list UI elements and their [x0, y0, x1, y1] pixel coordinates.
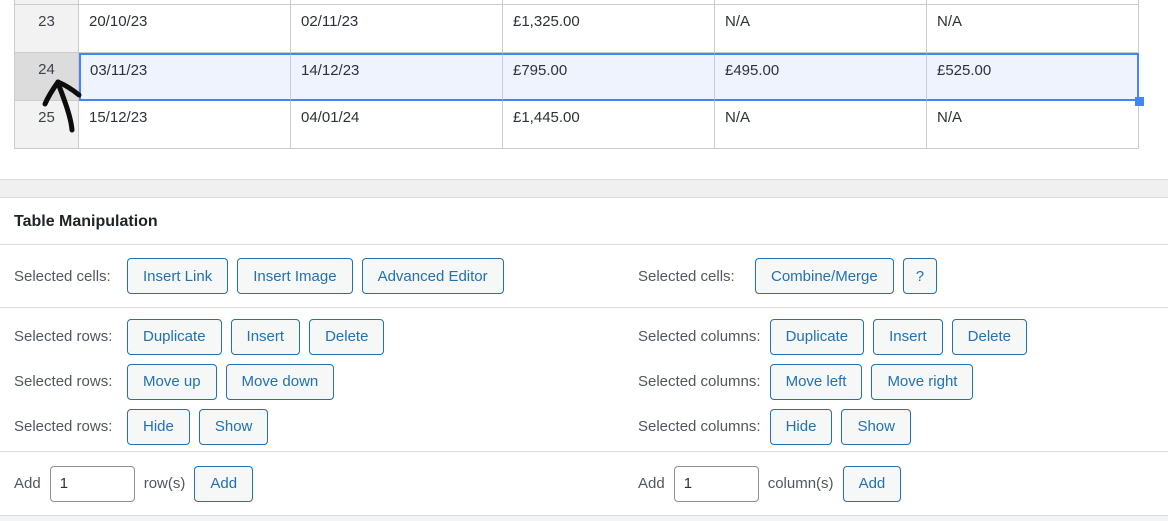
selected-cells-left-group: Selected cells: Insert Link Insert Image Ad… [14, 258, 504, 294]
button-delete-rows[interactable]: Delete [309, 318, 385, 355]
table-cell[interactable]: 04/01/24 [291, 101, 503, 149]
table-cell[interactable]: £1,325.00 [503, 5, 715, 53]
table-cell[interactable]: 02/11/23 [291, 5, 503, 53]
button-show-rows[interactable]: Show [198, 408, 269, 445]
button-delete-columns[interactable]: Delete [951, 318, 1027, 355]
button-insert-image-cells[interactable]: Insert Image [237, 258, 353, 294]
row-header-23[interactable]: 23 [15, 5, 79, 53]
section-separator-band [0, 179, 1168, 198]
button-insert-rows[interactable]: Insert [230, 318, 301, 355]
button-hide-columns[interactable]: Hide [769, 408, 833, 445]
table-cell[interactable]: £795.00 [503, 53, 715, 101]
button-move-left-columns[interactable]: Move left [769, 363, 863, 400]
table-cell[interactable]: 20/10/23 [79, 5, 291, 53]
button-help-cells[interactable]: ? [902, 258, 938, 294]
panel-sections: Selected cells: Insert Link Insert Image Ad… [0, 245, 1168, 515]
selected-columns-right-group: Selected columns: Hide Show [638, 408, 911, 445]
selected-rows-label: Selected rows: [14, 328, 113, 345]
button-hide-rows[interactable]: Hide [127, 408, 190, 445]
button-combine-merge-cells[interactable]: Combine/Merge [755, 258, 894, 294]
control-row: Selected rows: Duplicate Insert Delete Selec… [0, 314, 1168, 359]
control-row: Selected rows: Hide Show Selected columns: H… [0, 404, 1168, 449]
add-columns-unit-label: column(s) [767, 475, 834, 492]
selected-cells-right-group: Selected cells: Combine/Merge? [638, 258, 938, 294]
table-cell[interactable]: N/A [927, 101, 1139, 149]
panel-section-0: Selected cells: Insert Link Insert Image Ad… [0, 245, 1168, 308]
selected-cells-label: Selected cells: [638, 267, 735, 285]
control-row: Selected cells: Insert Link Insert Image Ad… [0, 245, 1168, 307]
selected-rows-left-group: Selected rows: Move up Move down [14, 363, 335, 400]
add-columns-button[interactable]: Add [842, 465, 902, 502]
add-rows-button[interactable]: Add [194, 465, 254, 502]
table-manipulation-panel: Table Manipulation Selected cells: Insert… [0, 198, 1168, 515]
table-row-24: 24 03/11/23 14/12/23 £795.00 £495.00 £525.00 [15, 53, 1141, 101]
table-cell[interactable]: 03/11/23 [79, 53, 291, 101]
control-row: Add row(s) Add Add column(s) Add [0, 452, 1168, 515]
selected-rows-label: Selected rows: [14, 373, 113, 390]
selected-columns-label: Selected columns: [638, 373, 761, 390]
spreadsheet-body: 23 20/10/23 02/11/23 £1,325.00 N/A N/A 24 03/11… [15, 5, 1141, 149]
button-duplicate-columns[interactable]: Duplicate [769, 318, 865, 355]
add-columns-count-input[interactable] [673, 465, 759, 502]
button-duplicate-rows[interactable]: Duplicate [127, 318, 222, 355]
panel-section-1: Selected rows: Duplicate Insert Delete Selec… [0, 308, 1168, 452]
table-cell[interactable]: 14/12/23 [291, 53, 503, 101]
table-cell[interactable]: 15/12/23 [79, 101, 291, 149]
add-rows-group: Add row(s) Add [14, 465, 254, 502]
add-columns-label: Add [638, 475, 665, 492]
row-header-25[interactable]: 25 [15, 101, 79, 149]
add-rows-label: Add [14, 475, 41, 492]
selected-columns-right-group: Selected columns: Move left Move right [638, 363, 974, 400]
selected-columns-label: Selected columns: [638, 328, 761, 345]
selected-rows-left-group: Selected rows: Duplicate Insert Delete [14, 318, 385, 355]
panel-title: Table Manipulation [0, 198, 1168, 245]
selected-rows-left-group: Selected rows: Hide Show [14, 408, 269, 445]
button-move-down-rows[interactable]: Move down [225, 363, 335, 400]
button-insert-columns[interactable]: Insert [873, 318, 943, 355]
table-cell[interactable]: N/A [715, 101, 927, 149]
selected-rows-label: Selected rows: [14, 418, 113, 435]
button-show-columns[interactable]: Show [841, 408, 911, 445]
button-advanced-editor-cells[interactable]: Advanced Editor [361, 258, 504, 294]
row-header-24[interactable]: 24 [15, 53, 79, 101]
selected-columns-right-group: Selected columns: Duplicate Insert Delete [638, 318, 1027, 355]
table-row-25: 25 15/12/23 04/01/24 £1,445.00 N/A N/A [15, 101, 1141, 149]
bottom-separator [0, 515, 1168, 521]
add-columns-group: Add column(s) Add [638, 465, 902, 502]
button-move-right-columns[interactable]: Move right [871, 363, 974, 400]
table-row-23: 23 20/10/23 02/11/23 £1,325.00 N/A N/A [15, 5, 1141, 53]
table-cell[interactable]: £525.00 [927, 53, 1139, 101]
table-cell[interactable]: £1,445.00 [503, 101, 715, 149]
button-move-up-rows[interactable]: Move up [127, 363, 217, 400]
selected-columns-label: Selected columns: [638, 418, 761, 435]
table-cell[interactable]: N/A [715, 5, 927, 53]
spreadsheet: 23 20/10/23 02/11/23 £1,325.00 N/A N/A 24 03/11… [14, 0, 1144, 149]
panel-section-2: Add row(s) Add Add column(s) Add [0, 452, 1168, 515]
table-cell[interactable]: £495.00 [715, 53, 927, 101]
control-row: Selected rows: Move up Move down Selected c… [0, 359, 1168, 404]
selection-drag-handle[interactable] [1135, 97, 1144, 106]
add-rows-unit-label: row(s) [143, 475, 186, 492]
table-cell[interactable]: N/A [927, 5, 1139, 53]
add-rows-count-input[interactable] [49, 465, 135, 502]
button-insert-link-cells[interactable]: Insert Link [127, 258, 229, 294]
selected-cells-label: Selected cells: [14, 267, 111, 285]
page: 23 20/10/23 02/11/23 £1,325.00 N/A N/A 24 03/11… [0, 0, 1168, 521]
